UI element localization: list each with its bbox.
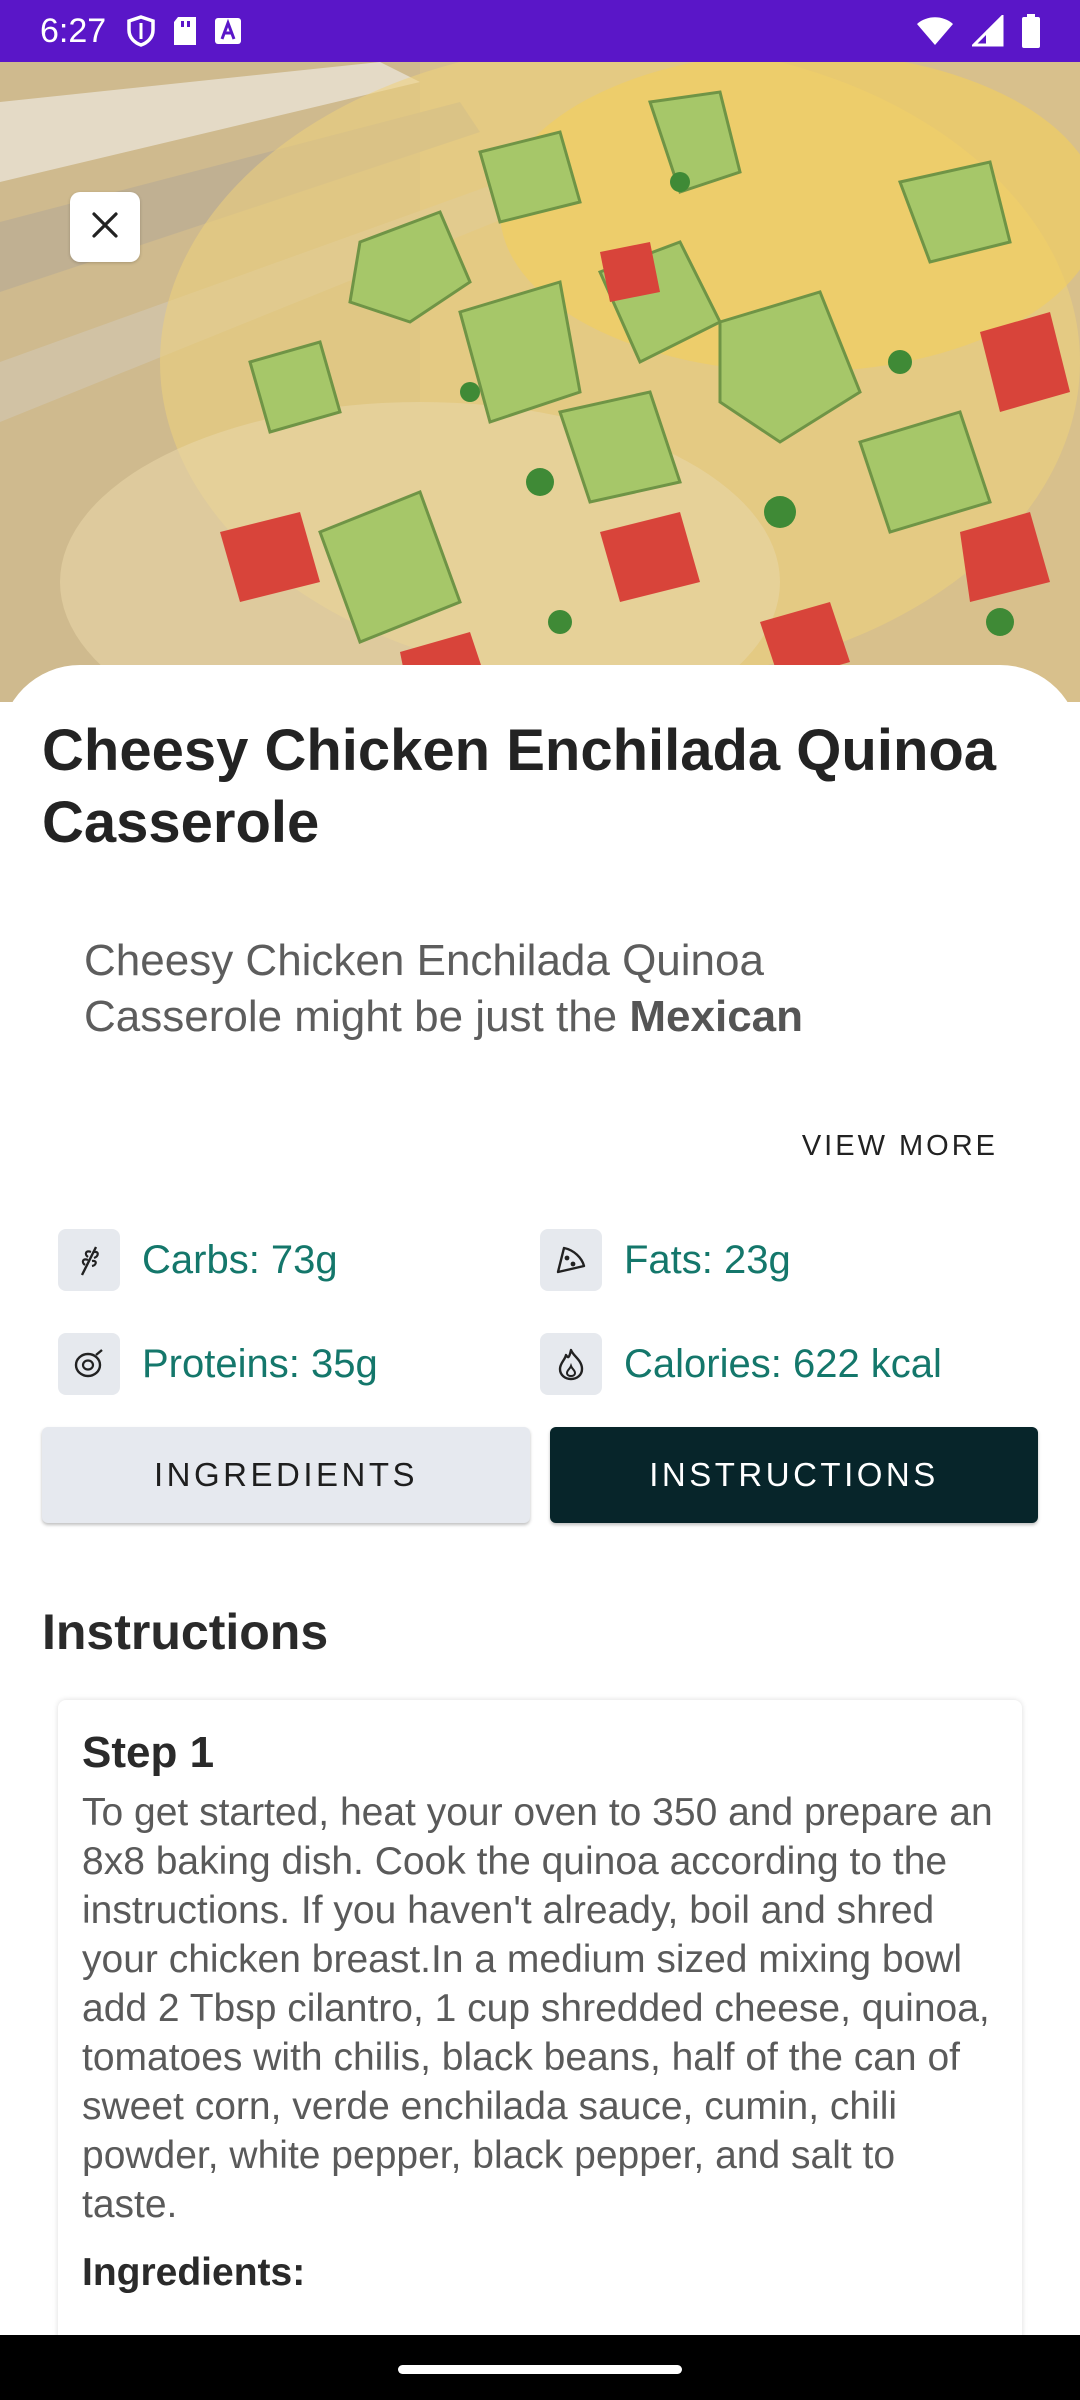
protein-icon — [58, 1333, 120, 1395]
casserole-photo — [0, 62, 1080, 702]
system-navigation-bar — [0, 2335, 1080, 2400]
carbs-label: Carbs: 73g — [142, 1237, 338, 1282]
wifi-icon — [916, 16, 954, 46]
step-title: Step 1 — [82, 1728, 215, 1777]
proteins-label: Proteins: 35g — [142, 1341, 378, 1386]
nutrition-carbs: Carbs: 73g — [58, 1229, 338, 1291]
calories-label: Calories: 622 kcal — [624, 1341, 942, 1386]
recipe-title: Cheesy Chicken Enchilada Quinoa Casserol… — [42, 718, 997, 855]
sd-card-icon — [172, 16, 198, 46]
nutrition-calories: Calories: 622 kcal — [540, 1333, 942, 1395]
tab-ingredients[interactable]: INGREDIENTS — [42, 1427, 530, 1523]
recipe-description: Cheesy Chicken Enchilada Quinoa Casserol… — [84, 933, 904, 1045]
recipe-hero-image — [0, 62, 1080, 702]
signal-icon — [972, 15, 1004, 47]
step-card: Step 1 To get started, heat your oven to… — [58, 1700, 1022, 2400]
status-time: 6:27 — [40, 11, 107, 50]
pizza-slice-icon — [540, 1229, 602, 1291]
flame-icon — [540, 1333, 602, 1395]
shield-icon — [126, 15, 156, 47]
step-ingredients-label: Ingredients: — [82, 2251, 306, 2294]
home-gesture-handle[interactable] — [398, 2365, 682, 2374]
recipe-detail-sheet: Cheesy Chicken Enchilada Quinoa Casserol… — [0, 665, 1080, 2400]
nutrition-fats: Fats: 23g — [540, 1229, 791, 1291]
battery-icon — [1022, 14, 1040, 48]
nutrition-proteins: Proteins: 35g — [58, 1333, 378, 1395]
font-a-icon — [214, 17, 242, 45]
tab-instructions[interactable]: INSTRUCTIONS — [550, 1427, 1038, 1523]
close-button[interactable] — [70, 192, 140, 262]
fats-label: Fats: 23g — [624, 1237, 791, 1282]
close-icon — [90, 210, 120, 245]
instructions-heading: Instructions — [42, 1604, 329, 1660]
step-text: To get started, heat your oven to 350 an… — [82, 1791, 993, 2226]
status-bar: 6:27 — [0, 0, 1080, 62]
recipe-description-bold: Mexican — [629, 992, 804, 1041]
view-more-button[interactable]: VIEW MORE — [802, 1130, 998, 1163]
wheat-icon — [58, 1229, 120, 1291]
